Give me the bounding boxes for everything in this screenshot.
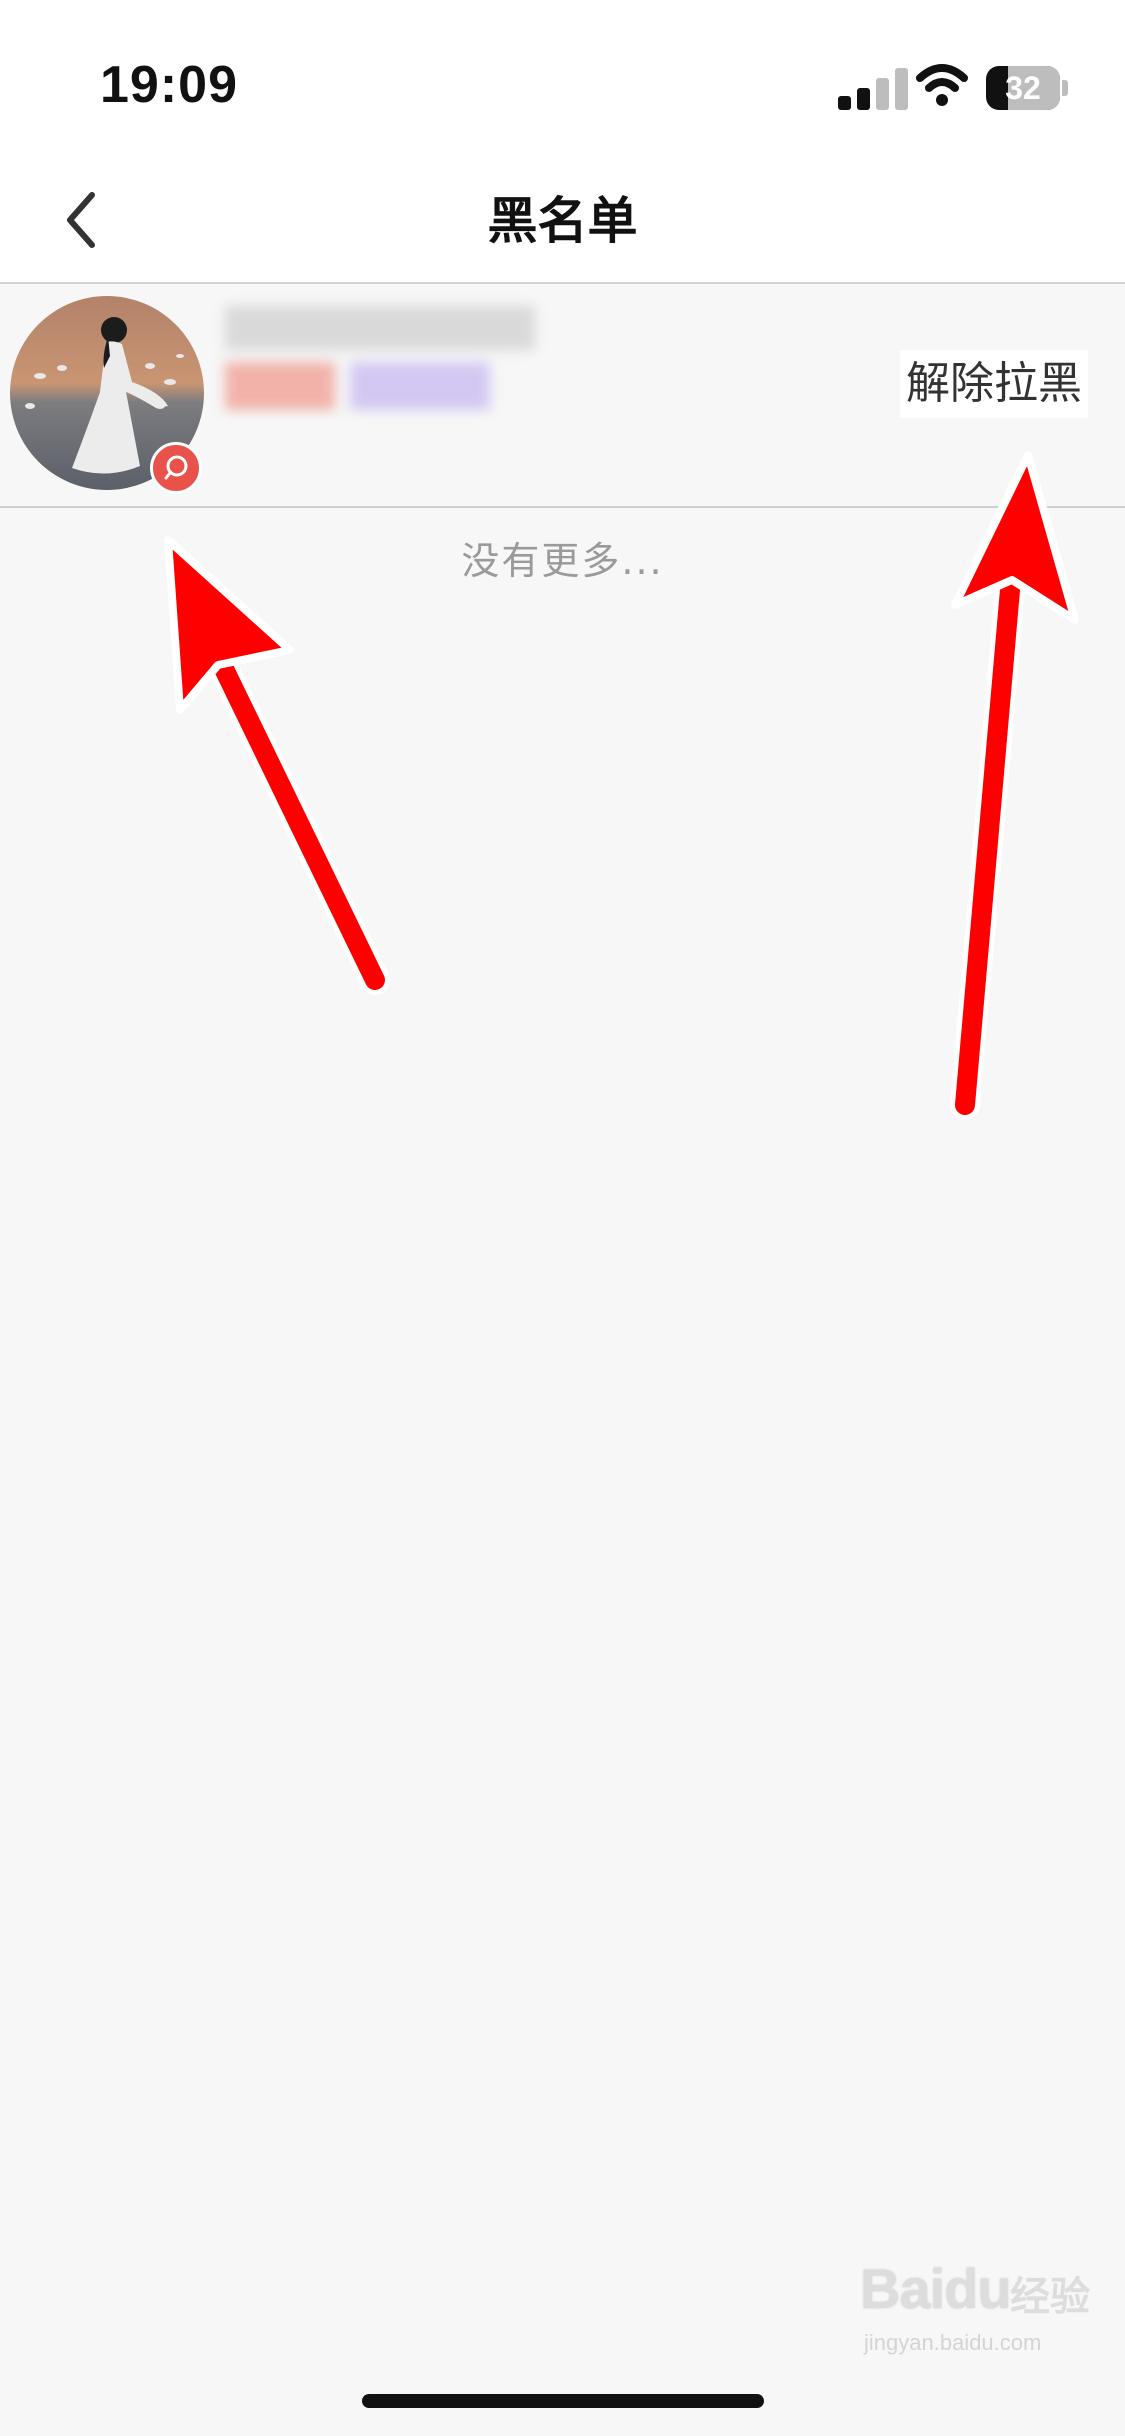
battery-icon: 32 <box>986 66 1068 110</box>
battery-level: 32 <box>1005 70 1041 106</box>
status-time: 19:09 <box>100 56 238 114</box>
signal-icon <box>838 68 908 110</box>
chat-badge-icon <box>150 442 202 494</box>
nav-bar: 黑名单 <box>0 160 1125 284</box>
status-bar: 19:09 32 <box>0 0 1125 160</box>
watermark-brand-cn: 经验 <box>1010 2274 1090 2320</box>
page-title: 黑名单 <box>487 192 638 250</box>
watermark-brand: Baidu <box>860 2257 1012 2320</box>
arrow-to-avatar-shaft <box>200 630 385 990</box>
wifi-icon <box>916 64 968 106</box>
list-item[interactable]: 解除拉黑 <box>0 284 1125 508</box>
blurred-username <box>225 306 535 350</box>
unblock-button[interactable]: 解除拉黑 <box>900 350 1088 418</box>
watermark-url: jingyan.baidu.com <box>864 2330 1042 2355</box>
home-indicator <box>362 2394 764 2408</box>
back-button[interactable] <box>50 185 120 255</box>
arrow-to-unblock-shaft <box>955 580 1020 1115</box>
chevron-left-icon <box>67 192 95 248</box>
arrow-to-avatar <box>195 625 390 995</box>
no-more-text: 没有更多... <box>461 539 664 583</box>
blurred-tag <box>350 362 490 410</box>
baidu-watermark: Baidu 经验 jingyan.baidu.com <box>860 2230 1100 2370</box>
blurred-tag <box>225 362 335 410</box>
